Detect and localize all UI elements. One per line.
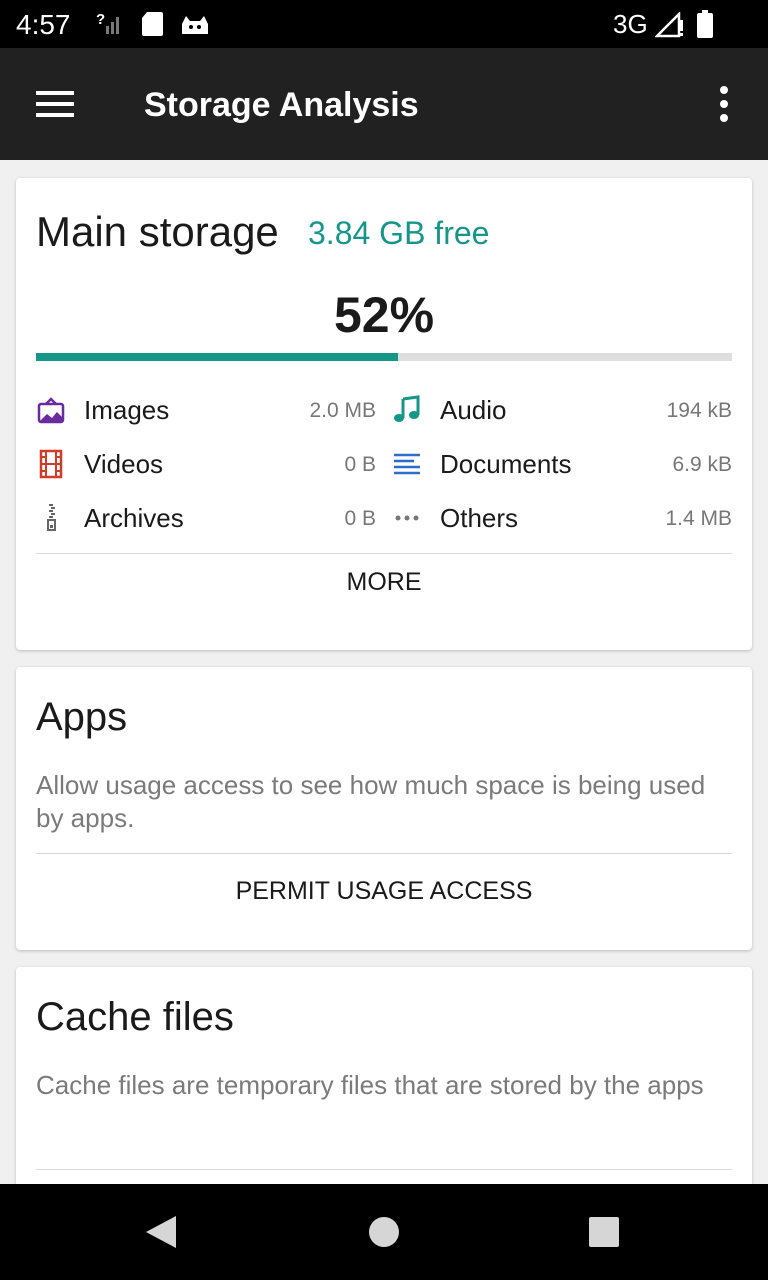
category-label: Audio bbox=[440, 395, 507, 425]
back-icon[interactable] bbox=[144, 1214, 178, 1250]
sd-card-icon bbox=[142, 12, 163, 36]
divider bbox=[36, 1169, 732, 1170]
category-label: Videos bbox=[84, 449, 164, 479]
category-audio[interactable]: Audio 194 kB bbox=[392, 391, 732, 431]
category-archives[interactable]: Archives 0 B bbox=[36, 499, 376, 539]
recents-icon[interactable] bbox=[588, 1216, 620, 1248]
category-images[interactable]: Images 2.0 MB bbox=[36, 391, 376, 431]
image-icon bbox=[37, 397, 65, 424]
archive-zip-icon bbox=[47, 504, 56, 531]
category-others[interactable]: Others 1.4 MB bbox=[392, 499, 732, 539]
home-icon[interactable] bbox=[368, 1216, 400, 1248]
apps-card: Apps Allow usage access to see how much … bbox=[16, 667, 752, 950]
film-icon bbox=[39, 449, 63, 479]
cell-signal-icon bbox=[655, 12, 683, 38]
category-label: Others bbox=[440, 503, 519, 533]
apps-title: Apps bbox=[36, 695, 128, 739]
more-horiz-icon bbox=[395, 515, 419, 521]
category-size: 0 B bbox=[344, 453, 376, 476]
status-bar: 4:57 ? 3G bbox=[0, 0, 768, 48]
menu-icon[interactable] bbox=[36, 88, 76, 120]
svg-text:?: ? bbox=[96, 11, 105, 28]
permit-usage-access-label: PERMIT USAGE ACCESS bbox=[235, 877, 533, 905]
apps-description: Allow usage access to see how much space… bbox=[36, 770, 706, 833]
category-label: Images bbox=[84, 395, 170, 425]
permit-usage-access-button[interactable]: PERMIT USAGE ACCESS bbox=[16, 854, 752, 949]
navigation-bar bbox=[0, 1184, 768, 1280]
battery-icon bbox=[697, 10, 713, 38]
storage-progress-fill bbox=[36, 353, 398, 361]
free-space-label: 3.84 GB free bbox=[308, 215, 490, 251]
network-type: 3G bbox=[613, 9, 648, 39]
status-time: 4:57 bbox=[16, 9, 71, 40]
category-label: Archives bbox=[84, 503, 184, 533]
more-button-label: MORE bbox=[346, 568, 422, 596]
more-vert-icon[interactable] bbox=[708, 84, 740, 124]
cat-icon bbox=[182, 16, 208, 34]
page-title: Storage Analysis bbox=[144, 86, 419, 124]
category-size: 6.9 kB bbox=[672, 453, 732, 476]
app-bar: Storage Analysis bbox=[0, 48, 768, 160]
category-size: 2.0 MB bbox=[309, 399, 376, 422]
music-note-icon bbox=[394, 395, 420, 422]
main-storage-title: Main storage bbox=[36, 208, 279, 255]
document-lines-icon bbox=[394, 453, 420, 475]
cache-description: Cache files are temporary files that are… bbox=[36, 1070, 704, 1100]
cache-title: Cache files bbox=[36, 995, 234, 1039]
category-videos[interactable]: Videos 0 B bbox=[36, 445, 376, 485]
main-storage-card: Main storage 3.84 GB free 52% Images 2.0… bbox=[16, 178, 752, 650]
more-button[interactable]: MORE bbox=[16, 554, 752, 649]
category-size: 0 B bbox=[344, 507, 376, 530]
category-label: Documents bbox=[440, 449, 572, 479]
category-size: 194 kB bbox=[666, 399, 732, 422]
signal-unknown-icon: ? bbox=[96, 11, 119, 34]
storage-progress-bar bbox=[36, 353, 732, 361]
category-size: 1.4 MB bbox=[665, 507, 732, 530]
category-documents[interactable]: Documents 6.9 kB bbox=[392, 445, 732, 485]
used-percent: 52% bbox=[333, 287, 435, 343]
